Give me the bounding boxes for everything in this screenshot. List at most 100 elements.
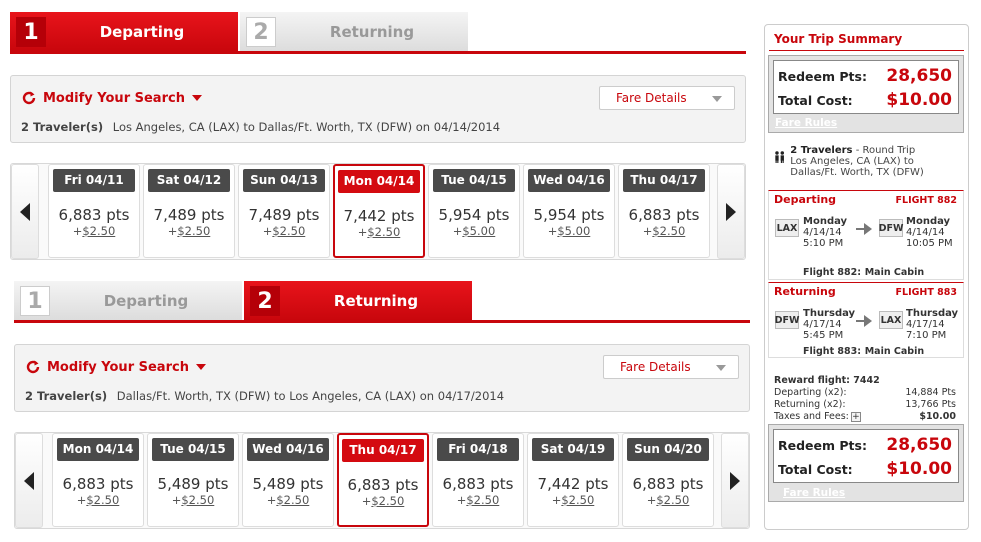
fee-value: +$2.50 xyxy=(551,493,595,507)
fee-value: +$2.50 xyxy=(262,224,306,238)
fee-value: +$2.50 xyxy=(646,493,690,507)
step-tab-returning[interactable]: 2 Returning xyxy=(240,12,468,52)
modify-search-link[interactable]: Modify Your Search xyxy=(21,90,202,106)
fare-details-label: Fare Details xyxy=(620,360,691,374)
fee-value: +$5.00 xyxy=(547,224,591,238)
date-option[interactable]: Sat 04/19 7,442 pts +$2.50 xyxy=(527,433,619,527)
expand-plus-icon[interactable]: + xyxy=(850,412,861,422)
points-value: 5,489 pts xyxy=(252,475,324,493)
redeem-points-label: Redeem Pts: xyxy=(778,438,867,453)
date-label: Tue 04/15 xyxy=(152,438,234,461)
date-option[interactable]: Mon 04/14 6,883 pts +$2.50 xyxy=(52,433,144,527)
points-value: 7,489 pts xyxy=(248,206,320,224)
fare-details-dropdown[interactable]: Fare Details xyxy=(599,86,735,110)
fare-rules-link[interactable]: Fare Rules xyxy=(783,487,845,499)
step-divider xyxy=(10,51,746,54)
step-tab-returning[interactable]: 2 Returning xyxy=(244,281,472,321)
reward-heading: Reward flight: 7442 xyxy=(774,375,880,386)
date-option[interactable]: Fri 04/11 6,883 pts +$2.50 xyxy=(48,164,140,258)
points-value: 6,883 pts xyxy=(58,206,130,224)
step-tab-departing[interactable]: 1 Departing xyxy=(14,281,242,321)
step-number: 1 xyxy=(20,286,50,316)
traveler-count: 2 Traveler(s) xyxy=(21,120,104,134)
route-text: Dallas/Ft. Worth, TX (DFW) to Los Angele… xyxy=(116,389,505,403)
date-option[interactable]: Wed 04/16 5,489 pts +$2.50 xyxy=(242,433,334,527)
date-option[interactable]: Sun 04/13 7,489 pts +$2.50 xyxy=(238,164,330,258)
step-tab-departing[interactable]: 1 Departing xyxy=(10,12,238,52)
date-option[interactable]: Fri 04/18 6,883 pts +$2.50 xyxy=(432,433,524,527)
date-label: Fri 04/18 xyxy=(437,438,519,461)
date-option-selected[interactable]: Mon 04/14 7,442 pts +$2.50 xyxy=(333,164,425,258)
next-dates-button[interactable] xyxy=(717,164,745,259)
step-number: 2 xyxy=(246,17,276,47)
cost-box-inner: Redeem Pts: 28,650 Total Cost: $10.00 xyxy=(773,429,959,483)
date-label: Wed 04/16 xyxy=(247,438,329,461)
flight-tag: FLIGHT 882 xyxy=(895,195,957,206)
leg-departing: Departing FLIGHT 882 LAX Monday 4/14/14 5:… xyxy=(768,190,964,280)
next-dates-button[interactable] xyxy=(721,433,749,528)
redeem-points-row: Redeem Pts: 28,650 xyxy=(778,66,952,86)
fee-value: +$5.00 xyxy=(452,224,496,238)
route-text: Los Angeles, CA (LAX) to Dallas/Ft. Wort… xyxy=(112,120,501,134)
date-option[interactable]: Wed 04/16 5,954 pts +$5.00 xyxy=(523,164,615,258)
cost-box-bottom: Redeem Pts: 28,650 Total Cost: $10.00 Fa… xyxy=(768,424,964,502)
date-label: Mon 04/14 xyxy=(57,438,139,461)
step-label: Returning xyxy=(329,23,415,41)
flight-tag: FLIGHT 883 xyxy=(895,287,957,298)
date-label: Mon 04/14 xyxy=(338,170,420,193)
leg-label: Departing xyxy=(774,193,837,206)
traveler-info: 2 Travelers - Round Trip Los Angeles, CA… xyxy=(790,145,963,178)
modify-search-link[interactable]: Modify Your Search xyxy=(25,359,206,375)
points-value: 6,883 pts xyxy=(442,475,514,493)
arrival-time: Monday 4/14/14 10:05 PM xyxy=(906,216,953,249)
date-label: Fri 04/11 xyxy=(53,169,135,192)
refresh-icon xyxy=(22,91,36,105)
date-carousel-departing: Fri 04/11 6,883 pts +$2.50 Sat 04/12 7,489 … xyxy=(10,163,746,260)
arrow-right-icon xyxy=(864,223,872,235)
date-label: Tue 04/15 xyxy=(433,169,515,192)
route-info: 2 Traveler(s) Dallas/Ft. Worth, TX (DFW)… xyxy=(25,389,504,403)
fee-value: +$2.50 xyxy=(456,493,500,507)
date-label: Sat 04/19 xyxy=(532,438,614,461)
search-summary-returning: Modify Your Search Fare Details 2 Travel… xyxy=(14,344,750,412)
date-label: Thu 04/17 xyxy=(623,169,705,192)
date-option[interactable]: Thu 04/17 6,883 pts +$2.50 xyxy=(618,164,710,258)
points-value: 5,954 pts xyxy=(438,206,510,224)
traveler-count: 2 Traveler(s) xyxy=(25,389,108,403)
date-carousel-returning: Mon 04/14 6,883 pts +$2.50 Tue 04/15 5,489 … xyxy=(14,432,750,529)
fee-value: +$2.50 xyxy=(642,224,686,238)
date-option[interactable]: Tue 04/15 5,954 pts +$5.00 xyxy=(428,164,520,258)
arrow-left-icon xyxy=(24,471,34,490)
total-cost-label: Total Cost: xyxy=(778,93,853,108)
points-value: 6,883 pts xyxy=(347,476,419,494)
step-number: 2 xyxy=(250,286,280,316)
date-option[interactable]: Tue 04/15 5,489 pts +$2.50 xyxy=(147,433,239,527)
fee-value: +$2.50 xyxy=(357,225,401,239)
points-value: 6,883 pts xyxy=(632,475,704,493)
chevron-down-icon xyxy=(195,364,206,370)
prev-dates-button[interactable] xyxy=(11,164,39,259)
date-option[interactable]: Sun 04/20 6,883 pts +$2.50 xyxy=(622,433,714,527)
reward-returning-row: Returning (x2): 13,766 Pts xyxy=(774,399,956,410)
date-option[interactable]: Sat 04/12 7,489 pts +$2.50 xyxy=(143,164,235,258)
chevron-down-icon xyxy=(716,365,726,371)
step-tabs-departing: 1 Departing 2 Returning xyxy=(10,12,746,54)
date-option-selected[interactable]: Thu 04/17 6,883 pts +$2.50 xyxy=(337,433,429,527)
date-label: Wed 04/16 xyxy=(528,169,610,192)
airport-code-origin: LAX xyxy=(775,219,799,237)
cost-box-inner: Redeem Pts: 28,650 Total Cost: $10.00 xyxy=(773,60,959,114)
fare-rules-link[interactable]: Fare Rules xyxy=(775,117,837,129)
travelers-icon xyxy=(775,151,785,163)
fare-details-dropdown[interactable]: Fare Details xyxy=(603,355,739,379)
departure-time: Thursday 4/17/14 5:45 PM xyxy=(803,308,856,341)
total-cost-label: Total Cost: xyxy=(778,462,853,477)
chevron-down-icon xyxy=(712,96,722,102)
arrow-right-icon xyxy=(864,315,872,327)
cost-box-top: Redeem Pts: 28,650 Total Cost: $10.00 Fa… xyxy=(768,55,964,133)
airport-code-destination: DFW xyxy=(879,219,903,237)
fee-value: +$2.50 xyxy=(76,493,120,507)
prev-dates-button[interactable] xyxy=(15,433,43,528)
arrow-connector xyxy=(856,320,864,322)
points-value: 6,883 pts xyxy=(62,475,134,493)
airport-code-origin: DFW xyxy=(775,311,799,329)
